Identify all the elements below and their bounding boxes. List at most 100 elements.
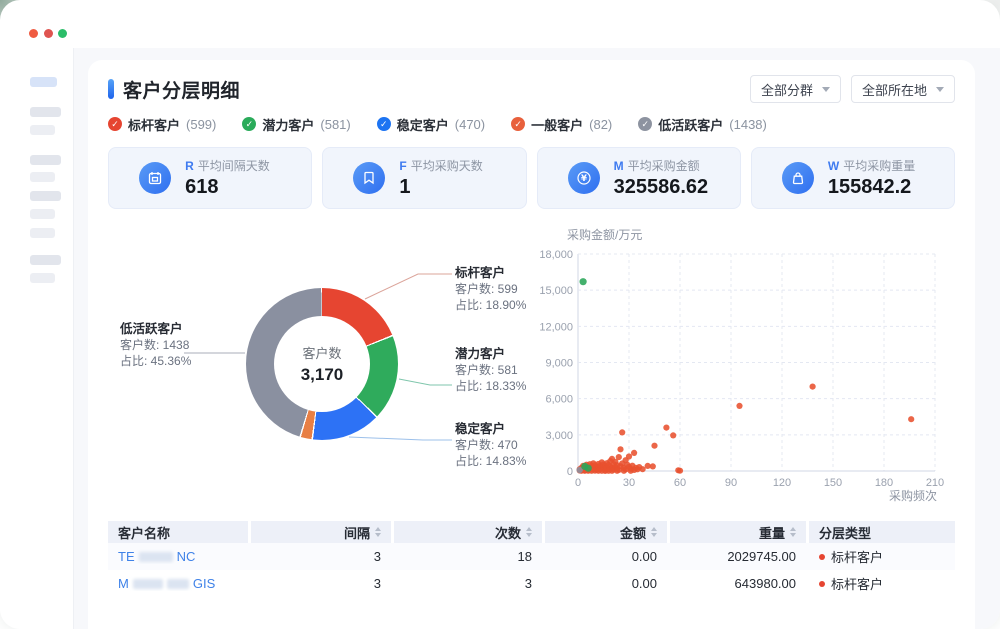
col-header-weight[interactable]: 重量: [670, 521, 806, 543]
stat-cards-row: R平均间隔天数 618 F平均采购天数 1: [108, 147, 955, 209]
scatter-chart[interactable]: 030609012015018021003,0006,0009,00012,00…: [540, 227, 964, 505]
cell-amount: 0.00: [545, 576, 667, 591]
sort-icon: [526, 527, 532, 537]
sidebar-item-skeleton[interactable]: [30, 155, 61, 165]
check-circle-icon: ✓: [242, 117, 256, 131]
scatter-point: [651, 443, 657, 449]
traffic-light-minimize-icon[interactable]: [44, 29, 53, 38]
table-row[interactable]: MGIS 3 3 0.00 643980.00 标杆客户: [108, 570, 955, 597]
scatter-point: [585, 465, 592, 472]
traffic-light-close-icon[interactable]: [29, 29, 38, 38]
sidebar-item-skeleton[interactable]: [30, 228, 55, 238]
stat-value: 618: [185, 176, 281, 199]
scatter-point: [617, 446, 623, 452]
cell-times: 3: [394, 576, 542, 591]
segment-dot-icon: [819, 581, 825, 587]
sidebar-item-skeleton[interactable]: [30, 209, 55, 219]
x-tick-label: 150: [824, 477, 842, 489]
content-card: 客户分层明细 全部分群 全部所在地 ✓ 标杆客户: [88, 60, 975, 629]
scatter-svg: 030609012015018021003,0006,0009,00012,00…: [540, 227, 964, 505]
legend-item-stable[interactable]: ✓ 稳定客户 (470): [377, 115, 485, 134]
traffic-light-zoom-icon[interactable]: [58, 29, 67, 38]
check-circle-icon: ✓: [638, 117, 652, 131]
legend-item-potential[interactable]: ✓ 潜力客户 (581): [242, 115, 350, 134]
sort-icon: [375, 527, 381, 537]
y-tick-label: 9,000: [545, 358, 573, 370]
charts-area: 客户数 3,170 标杆客户 客户数: 599 占比: 18.90% 潜力客户 …: [108, 227, 955, 511]
sidebar-item-skeleton[interactable]: [30, 107, 61, 117]
y-tick-label: 6,000: [545, 394, 573, 406]
stat-label: 平均采购重量: [843, 159, 915, 173]
scatter-point: [619, 429, 625, 435]
group-filter-dropdown[interactable]: 全部分群: [750, 75, 841, 103]
legend-item-benchmark[interactable]: ✓ 标杆客户 (599): [108, 115, 216, 134]
scatter-point: [580, 278, 587, 285]
cell-times: 18: [394, 549, 542, 564]
sidebar-item-skeleton[interactable]: [30, 125, 55, 135]
location-filter-value: 全部所在地: [862, 80, 927, 99]
app-window: 客户分层明细 全部分群 全部所在地 ✓ 标杆客户: [0, 0, 1000, 629]
sidebar-item-skeleton[interactable]: [30, 77, 57, 87]
cell-interval: 3: [251, 549, 391, 564]
sidebar-item-skeleton[interactable]: [30, 191, 61, 201]
callout-percent: 占比: 45.36%: [120, 353, 230, 369]
x-tick-label: 90: [725, 477, 737, 489]
scatter-point: [677, 468, 683, 474]
stat-card-frequency: F平均采购天数 1: [322, 147, 526, 209]
legend-item-inactive[interactable]: ✓ 低活跃客户 (1438): [638, 115, 767, 134]
scatter-point: [631, 450, 637, 456]
sidebar-item-skeleton[interactable]: [30, 255, 61, 265]
legend-item-general[interactable]: ✓ 一般客户 (82): [511, 115, 612, 134]
donut-callout-inactive: 低活跃客户 客户数: 1438 占比: 45.36%: [120, 321, 230, 369]
chevron-down-icon: [936, 87, 944, 92]
legend-label: 一般客户: [531, 115, 583, 134]
legend-label: 低活跃客户: [658, 115, 723, 134]
col-header-amount[interactable]: 金额: [545, 521, 667, 543]
stat-card-interval: R平均间隔天数 618: [108, 147, 312, 209]
stat-label: 平均间隔天数: [198, 159, 270, 173]
redacted-text: [167, 579, 189, 589]
scatter-xlabel: 采购频次: [889, 488, 937, 503]
title-row: 客户分层明细 全部分群 全部所在地: [108, 76, 955, 102]
main-area: 客户分层明细 全部分群 全部所在地 ✓ 标杆客户: [74, 48, 1000, 629]
customer-name-link[interactable]: TENC: [118, 549, 238, 564]
group-filter-value: 全部分群: [761, 80, 813, 99]
x-tick-label: 30: [623, 477, 635, 489]
x-tick-label: 120: [773, 477, 791, 489]
yuan-icon: ¥: [568, 162, 600, 194]
donut-chart[interactable]: 客户数 3,170: [246, 288, 398, 440]
cell-interval: 3: [251, 576, 391, 591]
customer-name-link[interactable]: MGIS: [118, 576, 238, 591]
scatter-point: [621, 468, 627, 474]
segment-dot-icon: [819, 554, 825, 560]
bookmark-icon: [353, 162, 385, 194]
donut-center: 客户数 3,170: [274, 316, 370, 412]
sidebar-item-skeleton[interactable]: [30, 172, 55, 182]
stat-prefix: F: [399, 159, 406, 173]
col-header-segment: 分层类型: [809, 521, 955, 543]
cell-amount: 0.00: [545, 549, 667, 564]
x-tick-label: 0: [575, 477, 581, 489]
legend-count: (82): [589, 117, 612, 132]
donut-center-label: 客户数: [302, 343, 341, 362]
legend-label: 潜力客户: [262, 115, 314, 134]
col-header-times[interactable]: 次数: [394, 521, 542, 543]
col-header-interval[interactable]: 间隔: [251, 521, 391, 543]
redacted-text: [133, 579, 163, 589]
sort-icon: [651, 527, 657, 537]
check-circle-icon: ✓: [108, 117, 122, 131]
legend-count: (470): [455, 117, 485, 132]
scatter-point: [736, 403, 742, 409]
sidebar-item-skeleton[interactable]: [30, 273, 55, 283]
col-header-name: 客户名称: [108, 521, 248, 543]
location-filter-dropdown[interactable]: 全部所在地: [851, 75, 955, 103]
table-row[interactable]: TENC 3 18 0.00 2029745.00 标杆客户: [108, 543, 955, 570]
y-tick-label: 12,000: [540, 321, 573, 333]
sidebar: [0, 48, 74, 629]
stat-prefix: M: [614, 159, 624, 173]
cell-weight: 643980.00: [670, 576, 806, 591]
page-title: 客户分层明细: [123, 76, 240, 103]
y-tick-label: 3,000: [545, 430, 573, 442]
redacted-text: [139, 552, 173, 562]
stat-card-amount: ¥ M平均采购金额 325586.62: [537, 147, 741, 209]
